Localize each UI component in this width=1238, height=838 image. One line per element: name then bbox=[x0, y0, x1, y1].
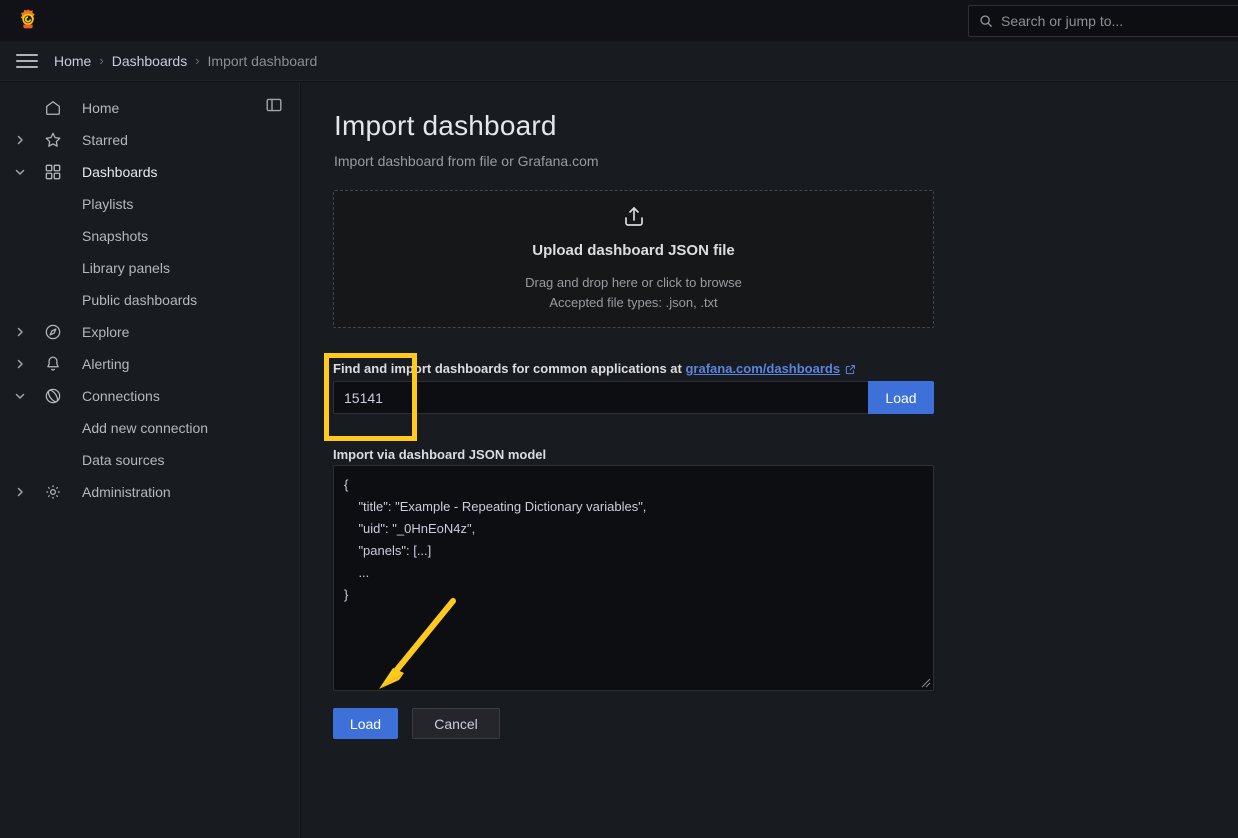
primary-sidebar-nav: Home Starred Dashboards Playlists Snapshots L… bbox=[0, 82, 300, 838]
sidebar-item-label: Add new connection bbox=[82, 420, 209, 436]
global-search-placeholder: Search or jump to... bbox=[1001, 13, 1124, 29]
page-subtitle: Import dashboard from file or Grafana.co… bbox=[334, 153, 599, 169]
json-model-label: Import via dashboard JSON model bbox=[333, 447, 547, 462]
chevron-right-icon[interactable] bbox=[12, 324, 28, 340]
breadcrumb-bar: Home › Dashboards › Import dashboard bbox=[0, 41, 1238, 81]
hamburger-menu-icon[interactable] bbox=[16, 49, 40, 73]
bell-icon bbox=[44, 355, 62, 373]
page-title: Import dashboard bbox=[334, 110, 557, 141]
sidebar-item-explore[interactable]: Explore bbox=[0, 316, 299, 348]
grafana-dashboards-link[interactable]: grafana.com/dashboards bbox=[685, 361, 840, 376]
sidebar-item-add-new-connection[interactable]: Add new connection bbox=[0, 412, 299, 444]
breadcrumb-item-import-dashboard: Import dashboard bbox=[207, 52, 318, 69]
sidebar-item-label: Data sources bbox=[82, 452, 165, 468]
top-navigation-bar: Search or jump to... bbox=[0, 0, 1238, 41]
breadcrumb-separator-icon: › bbox=[195, 53, 200, 68]
sidebar-item-data-sources[interactable]: Data sources bbox=[0, 444, 299, 476]
sidebar-item-connections[interactable]: Connections bbox=[0, 380, 299, 412]
sidebar-item-label: Playlists bbox=[82, 196, 134, 212]
dropzone-hint-filetypes: Accepted file types: .json, .txt bbox=[549, 295, 718, 310]
sidebar-item-label: Library panels bbox=[82, 260, 170, 276]
sidebar-item-dashboards[interactable]: Dashboards bbox=[0, 156, 299, 188]
sidebar-item-starred[interactable]: Starred bbox=[0, 124, 299, 156]
chevron-down-icon[interactable] bbox=[12, 388, 28, 404]
dropzone-title: Upload dashboard JSON file bbox=[532, 242, 735, 259]
sidebar-item-home[interactable]: Home bbox=[0, 92, 299, 124]
external-link-icon bbox=[845, 363, 856, 378]
upload-icon bbox=[622, 205, 646, 234]
gcom-import-row: Load bbox=[333, 381, 934, 414]
chevron-right-icon[interactable] bbox=[12, 132, 28, 148]
breadcrumb-item-dashboards[interactable]: Dashboards bbox=[112, 53, 188, 69]
dropzone-hint-drag: Drag and drop here or click to browse bbox=[525, 275, 742, 290]
breadcrumb: Home › Dashboards › Import dashboard bbox=[54, 53, 317, 69]
gcom-load-button[interactable]: Load bbox=[868, 381, 934, 414]
chevron-down-icon[interactable] bbox=[12, 164, 28, 180]
chevron-right-icon[interactable] bbox=[12, 356, 28, 372]
grafana-logo-link[interactable] bbox=[0, 0, 56, 41]
apps-grid-icon bbox=[44, 163, 62, 181]
search-icon bbox=[979, 14, 993, 28]
sidebar-item-playlists[interactable]: Playlists bbox=[0, 188, 299, 220]
sidebar-item-library-panels[interactable]: Library panels bbox=[0, 252, 299, 284]
breadcrumb-item-home[interactable]: Home bbox=[54, 53, 91, 69]
form-actions: Load Cancel bbox=[333, 708, 500, 739]
breadcrumb-separator-icon: › bbox=[99, 53, 104, 68]
sidebar-item-administration[interactable]: Administration bbox=[0, 476, 299, 508]
upload-dropzone[interactable]: Upload dashboard JSON file Drag and drop… bbox=[333, 190, 934, 328]
gcom-field-label: Find and import dashboards for common ap… bbox=[333, 361, 856, 378]
dashboard-json-textarea[interactable]: { "title": "Example - Repeating Dictiona… bbox=[333, 465, 934, 691]
chevron-right-icon[interactable] bbox=[12, 484, 28, 500]
cancel-button[interactable]: Cancel bbox=[412, 708, 500, 739]
home-icon bbox=[44, 99, 62, 117]
grafana-logo-icon bbox=[20, 8, 35, 28]
global-search-box[interactable]: Search or jump to... bbox=[968, 5, 1238, 37]
sidebar-item-public-dashboards[interactable]: Public dashboards bbox=[0, 284, 299, 316]
gear-icon bbox=[44, 483, 62, 501]
sidebar-item-label: Snapshots bbox=[82, 228, 149, 244]
sidebar-item-alerting[interactable]: Alerting bbox=[0, 348, 299, 380]
sidebar-item-label: Public dashboards bbox=[82, 292, 198, 308]
gcom-id-input[interactable] bbox=[333, 381, 868, 414]
gcom-label-text: Find and import dashboards for common ap… bbox=[333, 361, 686, 376]
compass-icon bbox=[44, 323, 62, 341]
sidebar-item-snapshots[interactable]: Snapshots bbox=[0, 220, 299, 252]
star-icon bbox=[44, 131, 62, 149]
connections-icon bbox=[44, 387, 62, 405]
load-button[interactable]: Load bbox=[333, 708, 398, 739]
